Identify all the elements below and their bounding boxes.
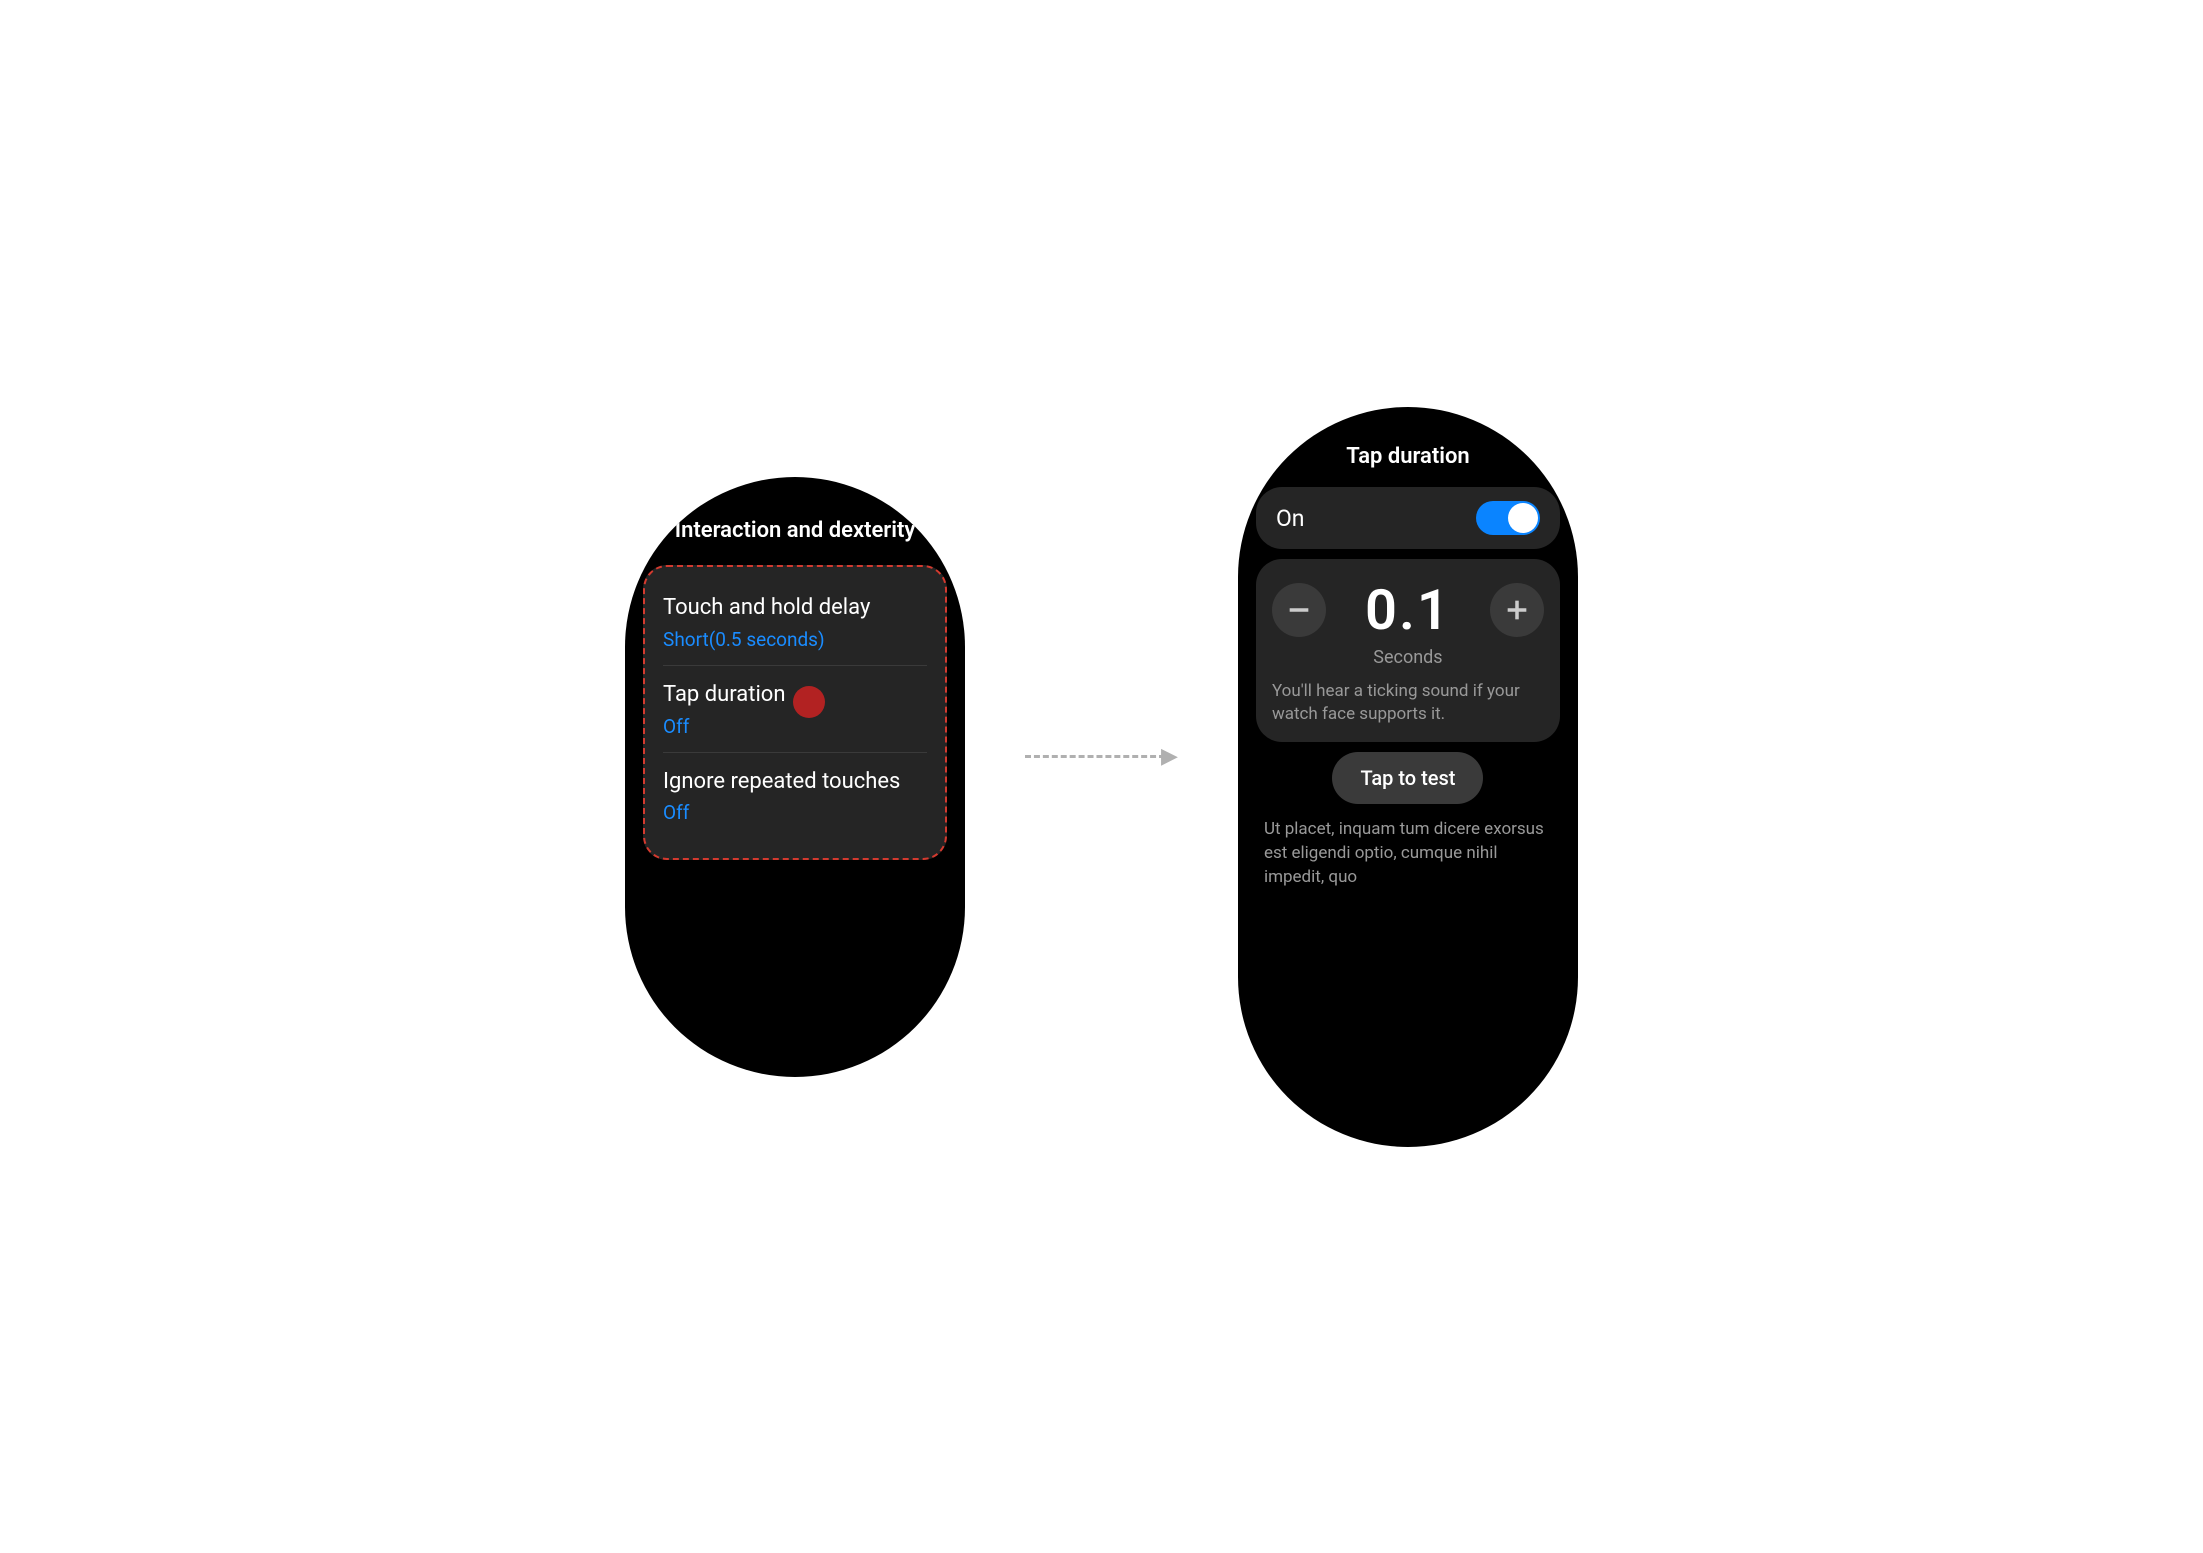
- footer-text: Ut placet, inquam tum dicere exorsus est…: [1238, 818, 1578, 909]
- watch-screen-interaction-dexterity: Interaction and dexterity Touch and hold…: [625, 477, 965, 1077]
- toggle-label: On: [1276, 505, 1305, 532]
- watch-screen-tap-duration: Tap duration On 0.1 Seconds You'll hear …: [1238, 407, 1578, 1147]
- plus-icon: [1503, 596, 1531, 624]
- item-subvalue: Off: [663, 715, 927, 738]
- touch-indicator-icon: [793, 686, 825, 718]
- navigation-arrow-icon: ▶: [1025, 744, 1178, 769]
- duration-unit: Seconds: [1272, 647, 1544, 668]
- list-item-ignore-repeated-touches[interactable]: Ignore repeated touches Off: [645, 753, 945, 839]
- item-subvalue: Short(0.5 seconds): [663, 628, 927, 651]
- duration-stepper-panel: 0.1 Seconds You'll hear a ticking sound …: [1256, 559, 1560, 742]
- item-title: Touch and hold delay: [663, 593, 927, 624]
- item-title: Ignore repeated touches: [663, 767, 927, 798]
- screen-title: Interaction and dexterity: [625, 477, 965, 566]
- minus-icon: [1285, 596, 1313, 624]
- toggle-knob: [1508, 503, 1538, 533]
- duration-description: You'll hear a ticking sound if your watc…: [1272, 680, 1544, 726]
- list-item-touch-hold-delay[interactable]: Touch and hold delay Short(0.5 seconds): [645, 579, 945, 665]
- tap-duration-toggle[interactable]: [1476, 501, 1540, 535]
- duration-value: 0.1: [1365, 577, 1451, 643]
- screen-title: Tap duration: [1238, 407, 1578, 488]
- toggle-panel: On: [1256, 487, 1560, 549]
- item-subvalue: Off: [663, 801, 927, 824]
- tap-to-test-button[interactable]: Tap to test: [1332, 752, 1483, 804]
- decrement-button[interactable]: [1272, 583, 1326, 637]
- increment-button[interactable]: [1490, 583, 1544, 637]
- list-item-tap-duration[interactable]: Tap duration Off: [645, 666, 945, 752]
- settings-list-panel: Touch and hold delay Short(0.5 seconds) …: [643, 565, 947, 860]
